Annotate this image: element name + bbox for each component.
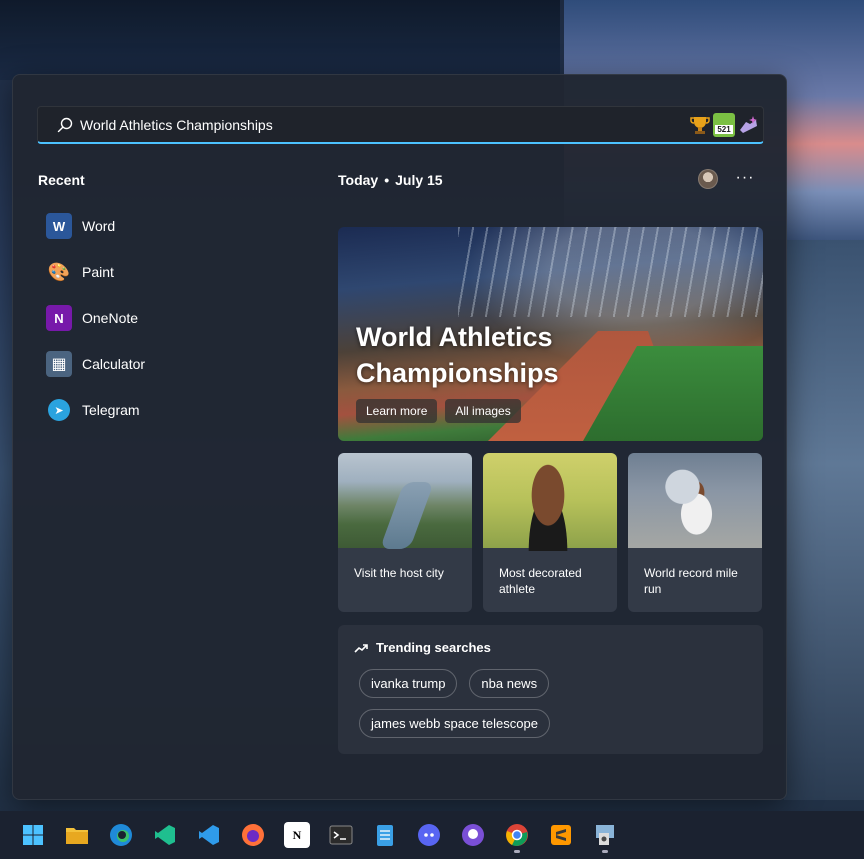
recent-heading: Recent — [38, 172, 85, 188]
recent-item-label: Calculator — [82, 356, 146, 372]
athlete-image — [483, 453, 617, 551]
runner-image — [628, 453, 762, 548]
recent-item-word[interactable]: W Word — [46, 203, 286, 249]
wallpaper-right — [784, 240, 864, 800]
stadium-roof — [458, 227, 763, 317]
trending-up-icon — [354, 643, 368, 653]
hero-actions: Learn more All images — [356, 399, 521, 423]
notion-icon[interactable]: N — [284, 822, 310, 848]
terminal-icon[interactable] — [328, 822, 354, 848]
hero-card[interactable]: World Athletics Championships Learn more… — [338, 227, 763, 441]
calculator-icon: ▦ — [46, 351, 72, 377]
today-label: Today — [338, 172, 379, 188]
paint-icon: 🎨 — [47, 261, 71, 282]
trending-chip[interactable]: ivanka trump — [359, 669, 458, 698]
visual-studio-icon[interactable] — [152, 822, 178, 848]
start-search-panel: 521 Recent W Word 🎨 Paint N OneNote ▦ Ca… — [12, 74, 787, 800]
card-host-city[interactable]: Visit the host city — [338, 453, 472, 612]
trending-title: Trending searches — [376, 640, 491, 655]
recent-item-onenote[interactable]: N OneNote — [46, 295, 286, 341]
search-input[interactable] — [80, 116, 687, 133]
host-city-image — [338, 453, 472, 548]
notepad-icon[interactable] — [372, 822, 398, 848]
today-date: July 15 — [395, 172, 443, 188]
today-header: Today • July 15 — [338, 172, 443, 188]
file-explorer-icon[interactable] — [64, 822, 90, 848]
search-highlight-doodle: 521 — [687, 108, 759, 142]
vscode-icon[interactable] — [196, 822, 222, 848]
learn-more-button[interactable]: Learn more — [356, 399, 438, 423]
sublime-text-icon[interactable] — [548, 822, 574, 848]
card-decorated-athlete[interactable]: Most decorated athlete — [483, 453, 617, 612]
recent-item-paint[interactable]: 🎨 Paint — [46, 249, 286, 295]
edge-icon[interactable] — [108, 822, 134, 848]
trending-searches: Trending searches ivanka trump nba news … — [338, 625, 763, 754]
firefox-icon[interactable] — [240, 822, 266, 848]
card-caption: World record mile run — [644, 566, 738, 596]
recent-item-telegram[interactable]: ➤ Telegram — [46, 387, 286, 433]
onenote-icon: N — [46, 305, 72, 331]
recent-list: W Word 🎨 Paint N OneNote ▦ Calculator ➤ … — [46, 203, 286, 433]
hero-title: World Athletics Championships — [356, 322, 559, 388]
recent-item-label: OneNote — [82, 310, 139, 326]
running-indicator — [514, 850, 520, 853]
windows-start-icon[interactable] — [20, 822, 46, 848]
date-separator: • — [384, 172, 390, 188]
discord-icon[interactable] — [416, 822, 442, 848]
card-caption: Most decorated athlete — [499, 566, 582, 596]
trending-chips: ivanka trump nba news james webb space t… — [359, 669, 749, 738]
recent-item-label: Paint — [82, 264, 114, 280]
taskbar: N — [0, 811, 864, 859]
recent-item-label: Telegram — [82, 402, 140, 418]
wallpaper-top-left — [0, 0, 560, 80]
control-panel-icon[interactable] — [592, 822, 618, 853]
github-icon[interactable] — [460, 822, 486, 848]
trophy-icon — [690, 116, 710, 134]
search-box[interactable]: 521 — [37, 106, 764, 144]
recent-item-calculator[interactable]: ▦ Calculator — [46, 341, 286, 387]
chrome-icon[interactable] — [504, 822, 530, 853]
trending-header: Trending searches — [354, 640, 491, 655]
trending-chip[interactable]: james webb space telescope — [359, 709, 550, 738]
card-caption: Visit the host city — [354, 566, 444, 580]
card-record-mile[interactable]: World record mile run — [628, 453, 762, 612]
recent-item-label: Word — [82, 218, 116, 234]
avatar[interactable] — [698, 169, 718, 189]
trending-chip[interactable]: nba news — [469, 669, 550, 698]
shoe-icon — [740, 115, 757, 133]
telegram-icon: ➤ — [48, 399, 70, 421]
search-icon — [50, 110, 80, 140]
runner-bib-icon: 521 — [713, 112, 735, 137]
running-indicator — [602, 850, 608, 853]
info-cards: Visit the host city Most decorated athle… — [338, 453, 762, 612]
more-options-button[interactable]: ··· — [734, 167, 756, 189]
word-icon: W — [46, 213, 72, 239]
all-images-button[interactable]: All images — [445, 399, 521, 423]
bib-number: 521 — [715, 124, 733, 134]
